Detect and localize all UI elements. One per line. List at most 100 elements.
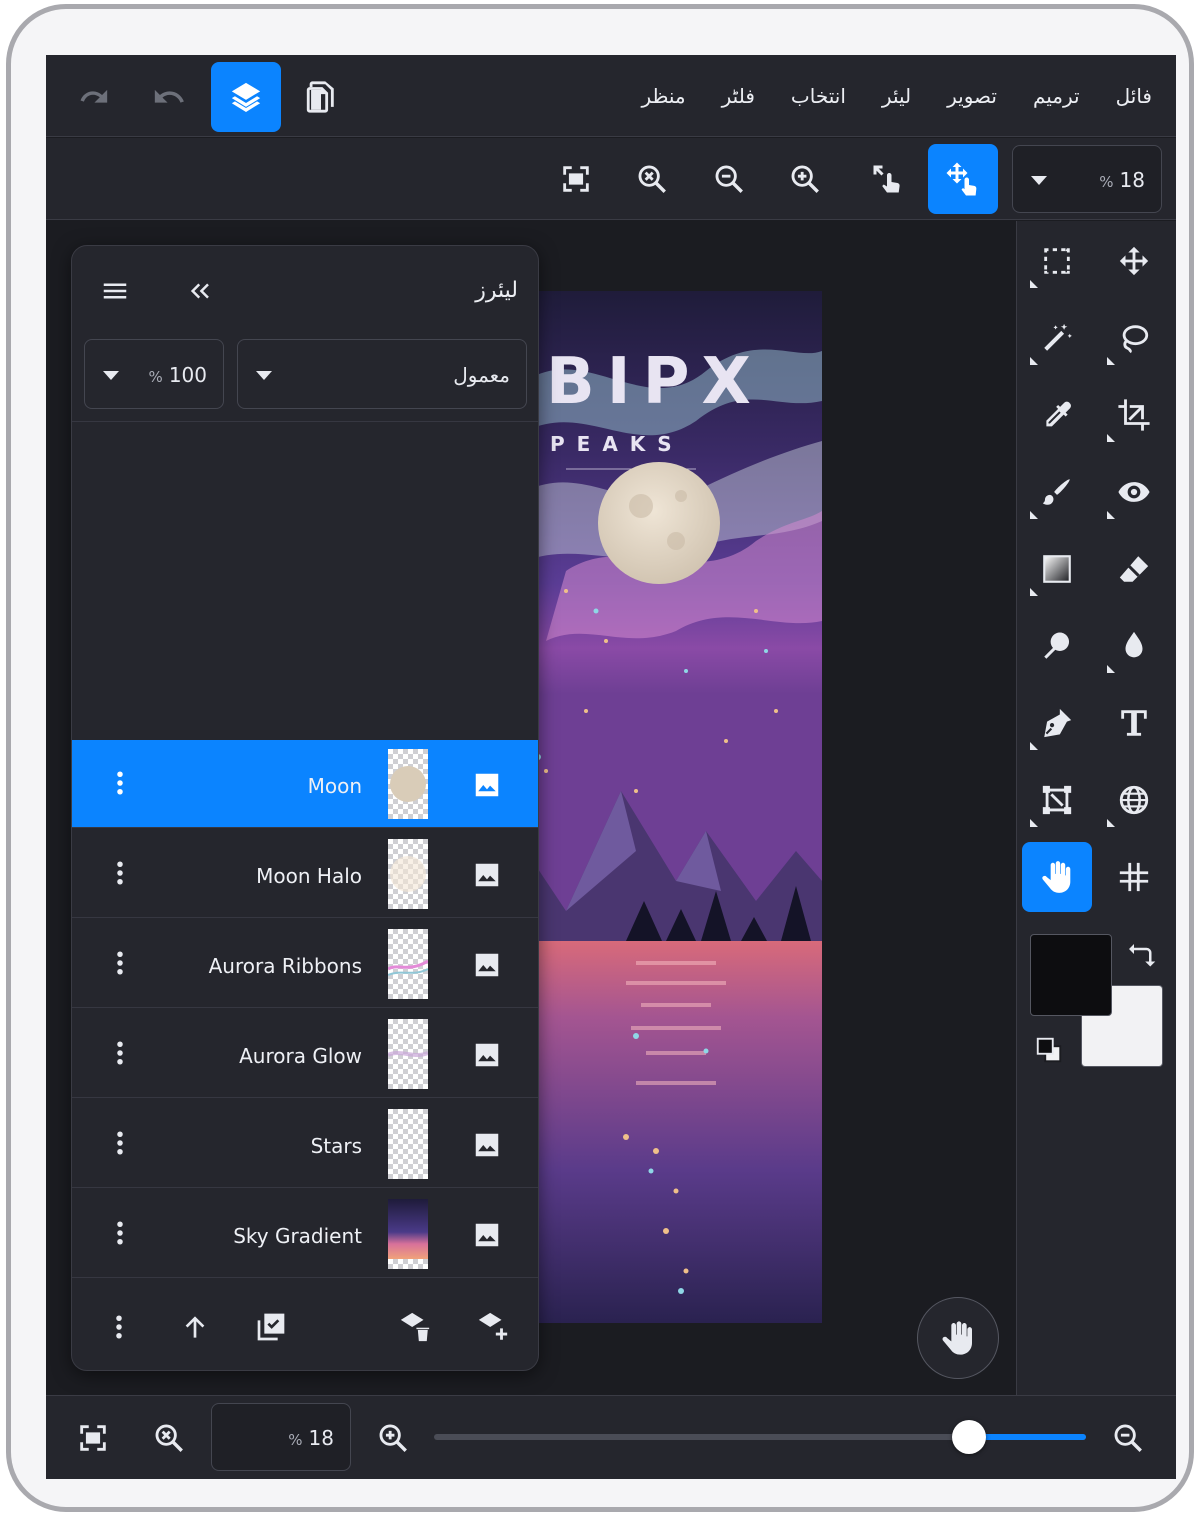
marquee-tool[interactable] — [1022, 226, 1092, 296]
layers-panel: لیئرز معمول % 100 Moon Moon Halo Aurora R… — [71, 245, 539, 1371]
panel-menu-button[interactable] — [100, 276, 130, 306]
image-icon — [475, 953, 499, 977]
zoom-value-bottom: % 18 — [288, 1426, 334, 1450]
blend-mode-select[interactable]: معمول — [237, 339, 527, 409]
pages-button[interactable] — [286, 62, 356, 132]
layer-row[interactable]: Stars — [72, 1100, 538, 1188]
merge-check-icon — [257, 1313, 285, 1341]
menu-image[interactable]: تصویر — [947, 84, 997, 108]
layer-name: Moon — [307, 774, 362, 798]
redo-icon — [80, 89, 108, 103]
grid-tool[interactable] — [1099, 842, 1169, 912]
marquee-icon — [1044, 248, 1070, 274]
layer-row[interactable]: Aurora Ribbons — [72, 920, 538, 1008]
menu-edit[interactable]: ترمیم — [1033, 84, 1080, 108]
image-icon — [475, 773, 499, 797]
artwork-canvas[interactable]: BIPX PEAKS — [526, 291, 822, 1323]
fit-screen-button-bottom[interactable] — [65, 1410, 121, 1466]
delete-layer-icon — [400, 1312, 430, 1342]
zoom-slider-thumb[interactable] — [951, 1420, 986, 1454]
merge-layers-button[interactable] — [246, 1302, 296, 1352]
touch-transform-button[interactable] — [852, 144, 922, 214]
zoom-reset-button[interactable] — [617, 144, 687, 214]
layer-options-button[interactable] — [112, 1218, 128, 1248]
swap-colors-button[interactable] — [1129, 939, 1159, 969]
zoom-value: % 18 — [1099, 168, 1145, 192]
lasso-tool[interactable] — [1099, 303, 1169, 373]
fit-screen-icon — [563, 166, 589, 192]
image-icon — [475, 1043, 499, 1067]
collapse-panel-button[interactable] — [184, 276, 214, 306]
layer-row[interactable]: Moon Halo — [72, 830, 538, 918]
move-layer-up-button[interactable] — [170, 1302, 220, 1352]
layer-row[interactable]: Aurora Glow — [72, 1010, 538, 1098]
foreground-color-swatch[interactable] — [1030, 934, 1112, 1016]
layers-icon — [231, 82, 261, 113]
zoom-input-bottom[interactable]: % 18 — [211, 1403, 351, 1471]
fit-screen-button[interactable] — [541, 144, 611, 214]
layer-row[interactable]: Moon — [72, 740, 538, 828]
menu-file[interactable]: فائل — [1116, 84, 1152, 108]
floating-hand-button[interactable] — [917, 1297, 999, 1379]
zoom-out-button-bottom[interactable] — [1100, 1410, 1156, 1466]
menu-filter[interactable]: فلٹر — [722, 84, 755, 108]
free-transform-icon — [1042, 785, 1072, 815]
more-vertical-icon — [117, 1041, 123, 1065]
layer-thumbnail — [388, 1199, 428, 1269]
zoom-reset-button-bottom[interactable] — [141, 1410, 197, 1466]
layer-options-button[interactable] — [112, 1128, 128, 1158]
visibility-tool[interactable] — [1099, 457, 1169, 527]
eraser-tool[interactable] — [1099, 534, 1169, 604]
layers-button[interactable] — [211, 62, 281, 132]
zoom-reset-icon — [638, 165, 666, 193]
delete-layer-button[interactable] — [390, 1302, 440, 1352]
zoom-in-icon — [791, 165, 819, 193]
undo-button[interactable] — [134, 62, 204, 132]
add-layer-button[interactable] — [468, 1302, 518, 1352]
more-vertical-icon — [117, 1131, 123, 1155]
gradient-tool[interactable] — [1022, 534, 1092, 604]
zoom-slider[interactable] — [434, 1420, 1086, 1454]
move-icon — [1119, 246, 1149, 276]
move-tool[interactable] — [1099, 226, 1169, 296]
menu-select[interactable]: انتخاب — [791, 84, 846, 108]
default-colors-button[interactable] — [1034, 1035, 1064, 1065]
free-transform-tool[interactable] — [1022, 765, 1092, 835]
layer-type-image — [472, 1220, 502, 1250]
layer-options-button[interactable] — [112, 948, 128, 978]
zoom-out-button[interactable] — [694, 144, 764, 214]
crop-tool[interactable] — [1099, 380, 1169, 450]
zoom-in-button-bottom[interactable] — [365, 1410, 421, 1466]
brush-tool[interactable] — [1022, 457, 1092, 527]
zoom-select[interactable]: % 18 — [1012, 145, 1162, 213]
layer-options-button[interactable] — [112, 768, 128, 798]
transform-touch-icon — [873, 165, 900, 193]
pen-tool[interactable] — [1022, 688, 1092, 758]
opacity-select[interactable]: % 100 — [84, 339, 224, 409]
menu-view[interactable]: منظر — [641, 84, 685, 108]
layer-row[interactable]: Sky Gradient — [72, 1190, 538, 1278]
hand-tool[interactable] — [1022, 842, 1092, 912]
zoom-in-button[interactable] — [770, 144, 840, 214]
brush-icon — [1042, 479, 1070, 505]
more-vertical-icon — [117, 771, 123, 795]
text-tool[interactable] — [1099, 688, 1169, 758]
blur-tool[interactable] — [1099, 611, 1169, 681]
layer-options-button[interactable] — [112, 1038, 128, 1068]
touch-move-button[interactable] — [928, 144, 998, 214]
layer-name: Stars — [310, 1134, 362, 1158]
gradient-icon — [1043, 555, 1071, 583]
eyedropper-icon — [1046, 401, 1071, 427]
eraser-icon — [1119, 556, 1149, 582]
layer-options-button[interactable] — [112, 858, 128, 888]
menu-layer[interactable]: لیئر — [882, 84, 911, 108]
device-frame: فائل ترمیم تصویر لیئر انتخاب فلٹر منظر %… — [6, 4, 1194, 1512]
eyedropper-tool[interactable] — [1022, 380, 1092, 450]
redo-button[interactable] — [58, 62, 128, 132]
warp-tool[interactable] — [1099, 765, 1169, 835]
magic-wand-tool[interactable] — [1022, 303, 1092, 373]
more-layer-actions-button[interactable] — [94, 1302, 144, 1352]
layer-thumbnail — [388, 1019, 428, 1089]
opacity-value: % 100 — [149, 363, 207, 387]
smudge-tool[interactable] — [1022, 611, 1092, 681]
